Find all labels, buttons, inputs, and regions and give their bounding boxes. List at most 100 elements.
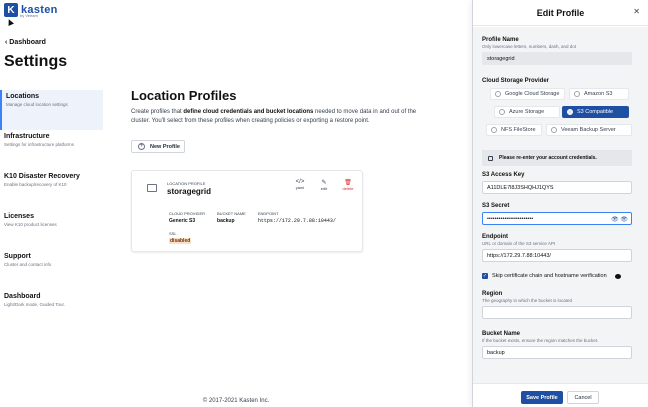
- checkbox-checked-icon[interactable]: ✓: [482, 273, 488, 279]
- storage-icon: [147, 184, 157, 192]
- breadcrumb-label: Dashboard: [9, 39, 46, 46]
- delete-label: delete: [342, 186, 354, 191]
- detail-ssl: SSL disabled: [169, 231, 192, 244]
- card-details: CLOUD PROVIDER Generic S3 BUCKET NAME back…: [169, 211, 336, 224]
- sidebar-item-title: Locations: [6, 93, 40, 100]
- panel-title: Edit Profile: [536, 8, 585, 18]
- profile-card: LOCATION PROFILE storagegrid </> yaml ✎ ed…: [131, 170, 363, 252]
- mouse-cursor-icon: [6, 18, 14, 26]
- skip-verify-checkbox-row[interactable]: ✓ Skip certificate chain and hostname ve…: [482, 273, 621, 279]
- edit-label: edit: [320, 186, 328, 191]
- trash-icon: 🗑: [344, 180, 352, 186]
- field-label: S3 Access Key: [482, 172, 525, 178]
- radio-icon: [574, 91, 580, 97]
- option-label: Veeam Backup Server: [561, 127, 616, 133]
- provider-option-nfs[interactable]: NFS FileStore: [486, 124, 542, 136]
- bucket-input[interactable]: backup: [482, 346, 632, 359]
- sidebar-item-disaster-recovery[interactable]: K10 Disaster Recovery Enable backup/reco…: [0, 170, 103, 210]
- desc-bold-text: define cloud credentials and bucket loca…: [183, 109, 314, 115]
- detail-key: CLOUD PROVIDER: [169, 211, 206, 216]
- secret-field: S3 Secret •••••••••••••••••••••••• 👁 👁: [482, 203, 632, 225]
- sidebar-item-desc: Settings for infrastructure platforms: [4, 142, 75, 147]
- detail-value: Generic S3: [169, 218, 196, 224]
- close-icon[interactable]: ✕: [633, 7, 640, 16]
- page-title: Settings: [4, 53, 68, 70]
- bucket-field: Bucket Name If the bucket exists, ensure…: [482, 331, 632, 359]
- section-title: Location Profiles: [131, 88, 237, 103]
- plus-icon: +: [138, 143, 145, 150]
- secret-input[interactable]: •••••••••••••••••••••••• 👁 👁: [482, 212, 632, 225]
- region-input[interactable]: [482, 306, 632, 319]
- edit-button[interactable]: ✎ edit: [317, 179, 331, 191]
- settings-sidebar: Locations Manage cloud location settings…: [0, 90, 103, 330]
- cancel-button[interactable]: Cancel: [567, 391, 599, 404]
- detail-provider: CLOUD PROVIDER Generic S3: [169, 211, 205, 224]
- field-hint: URL or domain of the S3 service API: [482, 241, 556, 246]
- section-description: Create profiles that define cloud creden…: [131, 108, 431, 126]
- endpoint-field: Endpoint URL or domain of the S3 service…: [482, 234, 632, 262]
- provider-option-gcs[interactable]: Google Cloud Storage: [490, 88, 565, 100]
- back-chevron-icon: ‹: [5, 39, 8, 46]
- delete-button[interactable]: 🗑 delete: [341, 179, 355, 191]
- detail-key: BUCKET NAME: [217, 211, 246, 216]
- sidebar-item-title: K10 Disaster Recovery: [4, 173, 80, 180]
- option-label: Azure Storage: [509, 109, 545, 115]
- field-label: Profile Name: [482, 37, 519, 43]
- save-profile-button[interactable]: Save Profile: [521, 391, 563, 404]
- option-label: NFS FileStore: [501, 127, 536, 133]
- detail-value: backup: [217, 218, 235, 224]
- location-profiles-section: Location Profiles Create profiles that d…: [131, 88, 466, 252]
- pencil-icon: ✎: [321, 180, 327, 186]
- field-label: S3 Secret: [482, 203, 510, 209]
- radio-icon: [491, 127, 497, 133]
- field-label: Region: [482, 291, 503, 297]
- lock-icon: [488, 155, 493, 161]
- desc-text: Create profiles that: [131, 109, 184, 115]
- comment-icon[interactable]: [614, 273, 621, 279]
- sidebar-item-infrastructure[interactable]: Infrastructure Settings for infrastructu…: [0, 130, 103, 170]
- profile-name-field: Profile Name Only lowercase letters, num…: [482, 37, 632, 65]
- logo-subtitle: by Veeam: [20, 13, 38, 18]
- checkbox-label: Skip certificate chain and hostname veri…: [492, 273, 607, 279]
- provider-option-s3-compatible[interactable]: S3 Compatible: [562, 106, 629, 118]
- access-key-input[interactable]: A11DLE7l8J3SHQHJ1QYS: [482, 181, 632, 194]
- region-field: Region The geography in which the bucket…: [482, 291, 632, 319]
- sidebar-item-dashboard[interactable]: Dashboard Light/Dark mode, Guided Tour.: [0, 290, 103, 330]
- credentials-notice: Please re-enter your account credentials…: [482, 150, 632, 166]
- sidebar-item-desc: Manage cloud location settings: [6, 102, 68, 107]
- radio-icon: [551, 127, 557, 133]
- provider-option-s3[interactable]: Amazon S3: [569, 88, 629, 100]
- yaml-button[interactable]: </> yaml: [293, 179, 307, 191]
- yaml-label: yaml: [295, 185, 305, 190]
- eye-icon[interactable]: 👁 👁: [611, 216, 628, 223]
- field-hint: If the bucket exists, ensure the region …: [482, 338, 599, 343]
- field-hint: Only lowercase letters, numbers, dash, a…: [482, 44, 577, 49]
- field-label: Endpoint: [482, 234, 508, 240]
- sidebar-item-locations[interactable]: Locations Manage cloud location settings: [0, 90, 103, 130]
- detail-bucket: BUCKET NAME backup: [217, 211, 246, 224]
- sidebar-item-title: Support: [4, 253, 31, 260]
- sidebar-item-desc: Cluster and contact info: [4, 262, 52, 267]
- endpoint-input[interactable]: https://172.29.7.88:10443/: [482, 249, 632, 262]
- detail-endpoint: ENDPOINT https://172.29.7.88:10443/: [258, 211, 336, 224]
- radio-icon: [499, 109, 505, 115]
- card-type-label: LOCATION PROFILE: [167, 181, 206, 186]
- secret-value: ••••••••••••••••••••••••: [487, 216, 534, 222]
- detail-key: ENDPOINT: [257, 211, 279, 216]
- sidebar-item-licenses[interactable]: Licenses View K10 product licenses: [0, 210, 103, 250]
- sidebar-item-desc: Enable backup/recovery of K10: [4, 182, 67, 187]
- option-label: Amazon S3: [584, 91, 613, 97]
- provider-option-veeam[interactable]: Veeam Backup Server: [546, 124, 632, 136]
- access-key-field: S3 Access Key A11DLE7l8J3SHQHJ1QYS: [482, 172, 632, 194]
- top-bar: K kasten by Veeam: [0, 0, 472, 30]
- provider-option-azure[interactable]: Azure Storage: [494, 106, 560, 118]
- sidebar-item-support[interactable]: Support Cluster and contact info: [0, 250, 103, 290]
- new-profile-button[interactable]: + New Profile: [131, 140, 185, 153]
- sidebar-item-desc: View K10 product licenses: [4, 222, 57, 227]
- panel-header: Edit Profile ✕: [473, 0, 648, 26]
- field-label: Bucket Name: [482, 331, 521, 337]
- panel-body: Profile Name Only lowercase letters, num…: [473, 27, 648, 383]
- detail-key: SSL: [169, 231, 177, 236]
- breadcrumb[interactable]: ‹ Dashboard: [5, 39, 46, 46]
- field-hint: The geography in which the bucket is loc…: [482, 298, 573, 303]
